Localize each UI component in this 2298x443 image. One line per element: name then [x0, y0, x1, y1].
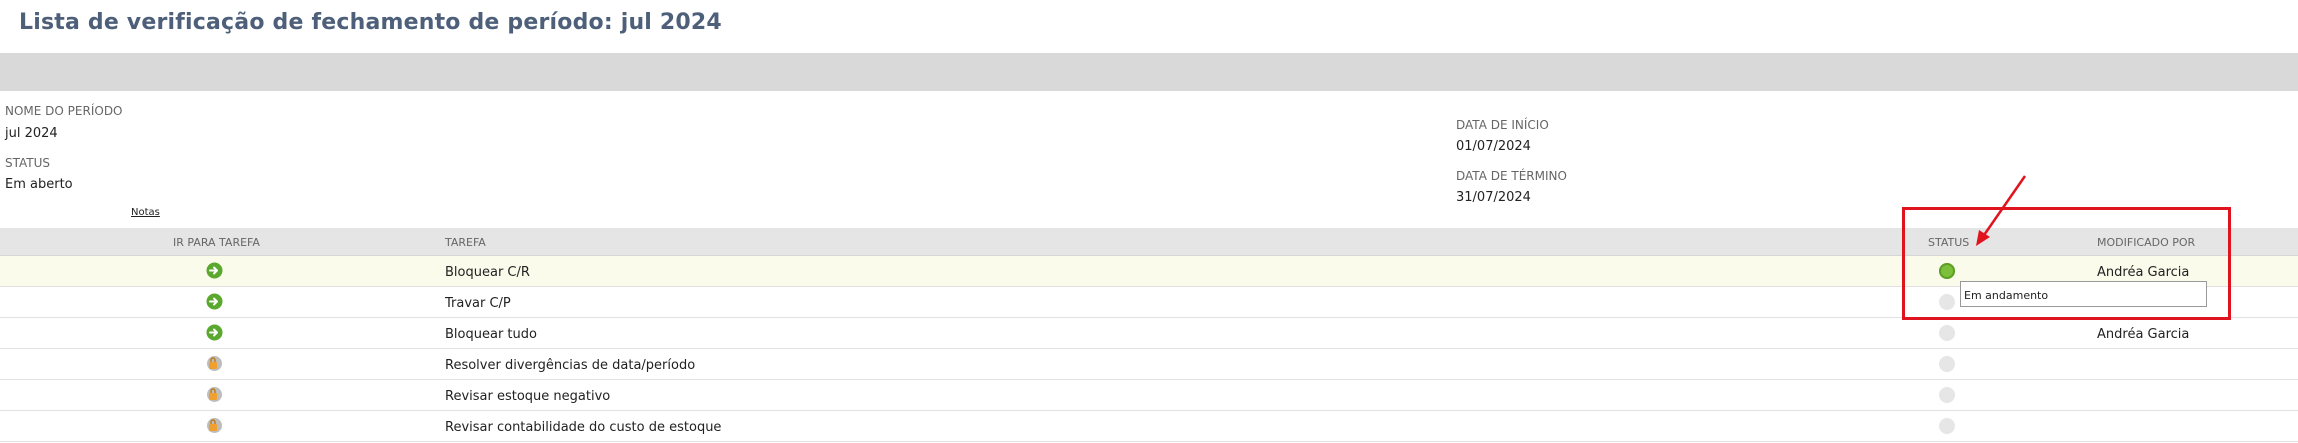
toolbar-band: [0, 53, 2298, 91]
task-name[interactable]: Resolver divergências de data/período: [445, 358, 695, 373]
col-goto-header: IR PARA TAREFA: [173, 236, 260, 249]
status-pending-icon[interactable]: [1939, 325, 1955, 341]
modified-by: Andréa Garcia: [2097, 327, 2190, 342]
locked-task-icon: [206, 355, 223, 372]
locked-task-icon: [206, 417, 223, 434]
notes-link[interactable]: Notas: [131, 207, 160, 218]
task-name[interactable]: Travar C/P: [445, 296, 511, 311]
period-name-value: jul 2024: [5, 126, 58, 141]
task-name[interactable]: Revisar contabilidade do custo de estoqu…: [445, 420, 721, 435]
period-name-label: NOME DO PERÍODO: [5, 104, 123, 118]
table-row: Bloquear tudo Andréa Garcia: [0, 318, 2298, 349]
table-row: Revisar estoque negativo: [0, 380, 2298, 411]
col-task-header: TAREFA: [445, 236, 486, 249]
start-date-value: 01/07/2024: [1456, 139, 1531, 154]
period-status-value: Em aberto: [5, 177, 73, 192]
task-name[interactable]: Bloquear tudo: [445, 327, 537, 342]
go-to-task-icon[interactable]: [206, 262, 223, 279]
status-pending-icon[interactable]: [1939, 356, 1955, 372]
go-to-task-icon[interactable]: [206, 293, 223, 310]
status-pending-icon[interactable]: [1939, 387, 1955, 403]
annotation-callout-box: [1902, 207, 2231, 320]
task-name[interactable]: Bloquear C/R: [445, 265, 530, 280]
status-pending-icon[interactable]: [1939, 418, 1955, 434]
annotation-arrow-icon: [1976, 175, 2027, 246]
table-row: Resolver divergências de data/período: [0, 349, 2298, 380]
start-date-label: DATA DE INÍCIO: [1456, 118, 1549, 132]
end-date-value: 31/07/2024: [1456, 190, 1531, 205]
end-date-label: DATA DE TÉRMINO: [1456, 169, 1567, 183]
go-to-task-icon[interactable]: [206, 324, 223, 341]
task-name[interactable]: Revisar estoque negativo: [445, 389, 610, 404]
page-title: Lista de verificação de fechamento de pe…: [19, 10, 722, 35]
table-row: Revisar contabilidade do custo de estoqu…: [0, 411, 2298, 442]
locked-task-icon: [206, 386, 223, 403]
period-status-label: STATUS: [5, 156, 51, 170]
